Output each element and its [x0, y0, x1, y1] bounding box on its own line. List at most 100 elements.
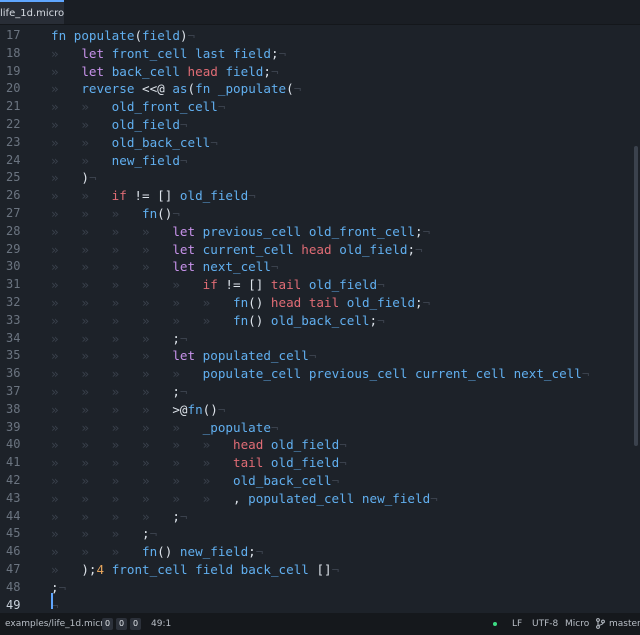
code-line[interactable]: 49 ¬	[0, 597, 632, 613]
line-number: 38	[6, 401, 21, 416]
code-text: » » » » ;¬	[51, 383, 188, 401]
code-line[interactable]: 48 ;¬	[0, 579, 632, 597]
text-cursor	[51, 593, 53, 609]
code-line[interactable]: 21 » » old_front_cell¬	[0, 98, 632, 116]
code-token: old_field	[308, 277, 378, 293]
code-line[interactable]: 37 » » » » ;¬	[0, 383, 632, 401]
code-token: != []	[126, 188, 180, 204]
cursor-position[interactable]: 49:1	[151, 613, 171, 635]
whitespace-marker: ¬	[255, 544, 264, 560]
code-line[interactable]: 23 » » old_back_cell¬	[0, 134, 632, 152]
code-line[interactable]: 30 » » » » let next_cell¬	[0, 258, 632, 276]
code-token: tail	[308, 295, 340, 310]
whitespace-marker: ¬	[210, 134, 218, 150]
code-token: front_cell	[111, 45, 188, 61]
code-line[interactable]: 24 » » new_field¬	[0, 152, 632, 170]
tab-life-1d-micro[interactable]: life_1d.micro	[0, 0, 64, 24]
code-token: current_cell	[202, 241, 294, 257]
line-number: 31	[6, 277, 21, 292]
scrollbar-thumb[interactable]	[634, 146, 638, 446]
code-text: » » » fn()¬	[51, 205, 180, 223]
code-token: ,	[232, 490, 249, 506]
line-number: 24	[6, 152, 21, 167]
git-branch[interactable]: master	[609, 613, 640, 635]
code-line[interactable]: 32 » » » » » » fn() head tail old_field;¬	[0, 294, 632, 312]
tab-bar: life_1d.micro	[0, 0, 640, 25]
code-token: previous_cell	[202, 223, 302, 239]
code-token: 4	[96, 562, 105, 577]
code-line[interactable]: 28 » » » » let previous_cell old_front_ce…	[0, 223, 632, 241]
whitespace-marker: » »	[51, 152, 112, 168]
code-editor[interactable]: 17 fn populate(field)¬ 18» let front_cell …	[0, 26, 640, 613]
code-line[interactable]: 31 » » » » » if != [] tail old_field¬	[0, 276, 632, 294]
encoding[interactable]: UTF-8	[532, 613, 558, 635]
code-token: ;	[270, 45, 279, 61]
whitespace-marker: »	[51, 562, 82, 577]
line-ending[interactable]: LF	[512, 613, 522, 635]
code-line[interactable]: 26 » » if != [] old_field¬	[0, 187, 632, 205]
code-line[interactable]: 35 » » » » let populated_cell¬	[0, 347, 632, 365]
code-text: » » old_front_cell¬	[51, 98, 225, 116]
line-number: 48	[6, 579, 21, 594]
code-text: » reverse <<@ as(fn _populate(¬	[51, 80, 301, 98]
code-line[interactable]: 41 » » » » » » tail old_field¬	[0, 454, 632, 472]
line-number: 29	[6, 241, 21, 256]
code-line[interactable]: 27 » » » fn()¬	[0, 205, 632, 223]
code-line[interactable]: 25 » )¬	[0, 169, 632, 187]
code-line[interactable]: 45 » » » ;¬	[0, 525, 632, 543]
code-line[interactable]: 29 » » » » let current_cell head old_fiel…	[0, 241, 632, 259]
code-token: let	[172, 223, 196, 239]
code-token: as	[172, 81, 188, 97]
code-line[interactable]: 43 » » » » » » , populated_cell new_field…	[0, 490, 632, 508]
code-token: );	[81, 562, 97, 577]
code-line[interactable]: 40 » » » » » » head old_field¬	[0, 436, 632, 454]
line-number: 46	[6, 544, 21, 559]
info-count-badge[interactable]: 0	[130, 618, 141, 630]
code-line[interactable]: 19 » let back_cell head field;¬	[0, 63, 632, 81]
whitespace-marker: » » » » » »	[51, 490, 233, 506]
whitespace-marker: ¬	[339, 455, 347, 471]
file-path[interactable]: examples/life_1d.micro	[5, 613, 109, 635]
warning-count-badge[interactable]: 0	[116, 618, 127, 630]
vertical-scrollbar[interactable]	[632, 26, 640, 613]
code-token: ;	[172, 330, 180, 346]
code-line[interactable]: 17 fn populate(field)¬	[0, 27, 632, 45]
code-line[interactable]: 33 » » » » » » fn() old_back_cell;¬	[0, 312, 632, 330]
code-line[interactable]: 44 » » » » ;¬	[0, 508, 632, 526]
whitespace-marker: ¬	[293, 81, 302, 97]
code-line[interactable]: 42 » » » » » » old_back_cell¬	[0, 472, 632, 490]
code-token: old_field	[179, 188, 249, 204]
code-token: old_back_cell	[232, 473, 332, 488]
code-token: old_back_cell	[270, 312, 370, 328]
code-line[interactable]: 46 » » » fn() new_field;¬	[0, 543, 632, 561]
code-token: ;	[142, 526, 150, 542]
whitespace-marker: ¬	[149, 526, 158, 542]
code-line[interactable]: 47 » );4 front_cell field back_cell []¬	[0, 561, 632, 579]
line-number: 49	[6, 597, 21, 612]
code-line[interactable]: 36 » » » » » populate_cell previous_cell …	[0, 365, 632, 383]
code-token: old_front_cell	[308, 223, 415, 239]
code-token: let	[172, 348, 196, 364]
error-count-badge[interactable]: 0	[102, 618, 113, 630]
whitespace-marker: ¬	[172, 206, 180, 221]
code-token: (	[187, 81, 196, 97]
code-line[interactable]: 22 » » old_field¬	[0, 116, 632, 134]
code-line[interactable]: 38 » » » » >@fn()¬	[0, 401, 632, 419]
whitespace-marker: ¬	[217, 99, 226, 115]
code-token: (	[286, 81, 294, 97]
code-text: » » » » » » head old_field¬	[51, 436, 347, 454]
code-token: fn	[195, 81, 211, 97]
code-token: )	[179, 28, 188, 43]
language-mode[interactable]: Micro	[565, 613, 589, 635]
code-token: ()	[248, 312, 271, 328]
code-line[interactable]: 39 » » » » » _populate¬	[0, 419, 632, 437]
code-line[interactable]: 18 » let front_cell last field;¬	[0, 45, 632, 63]
code-token: ;	[172, 384, 180, 399]
code-line[interactable]: 34 » » » » ;¬	[0, 330, 632, 348]
code-line[interactable]: 20» reverse <<@ as(fn _populate(¬	[0, 80, 632, 98]
